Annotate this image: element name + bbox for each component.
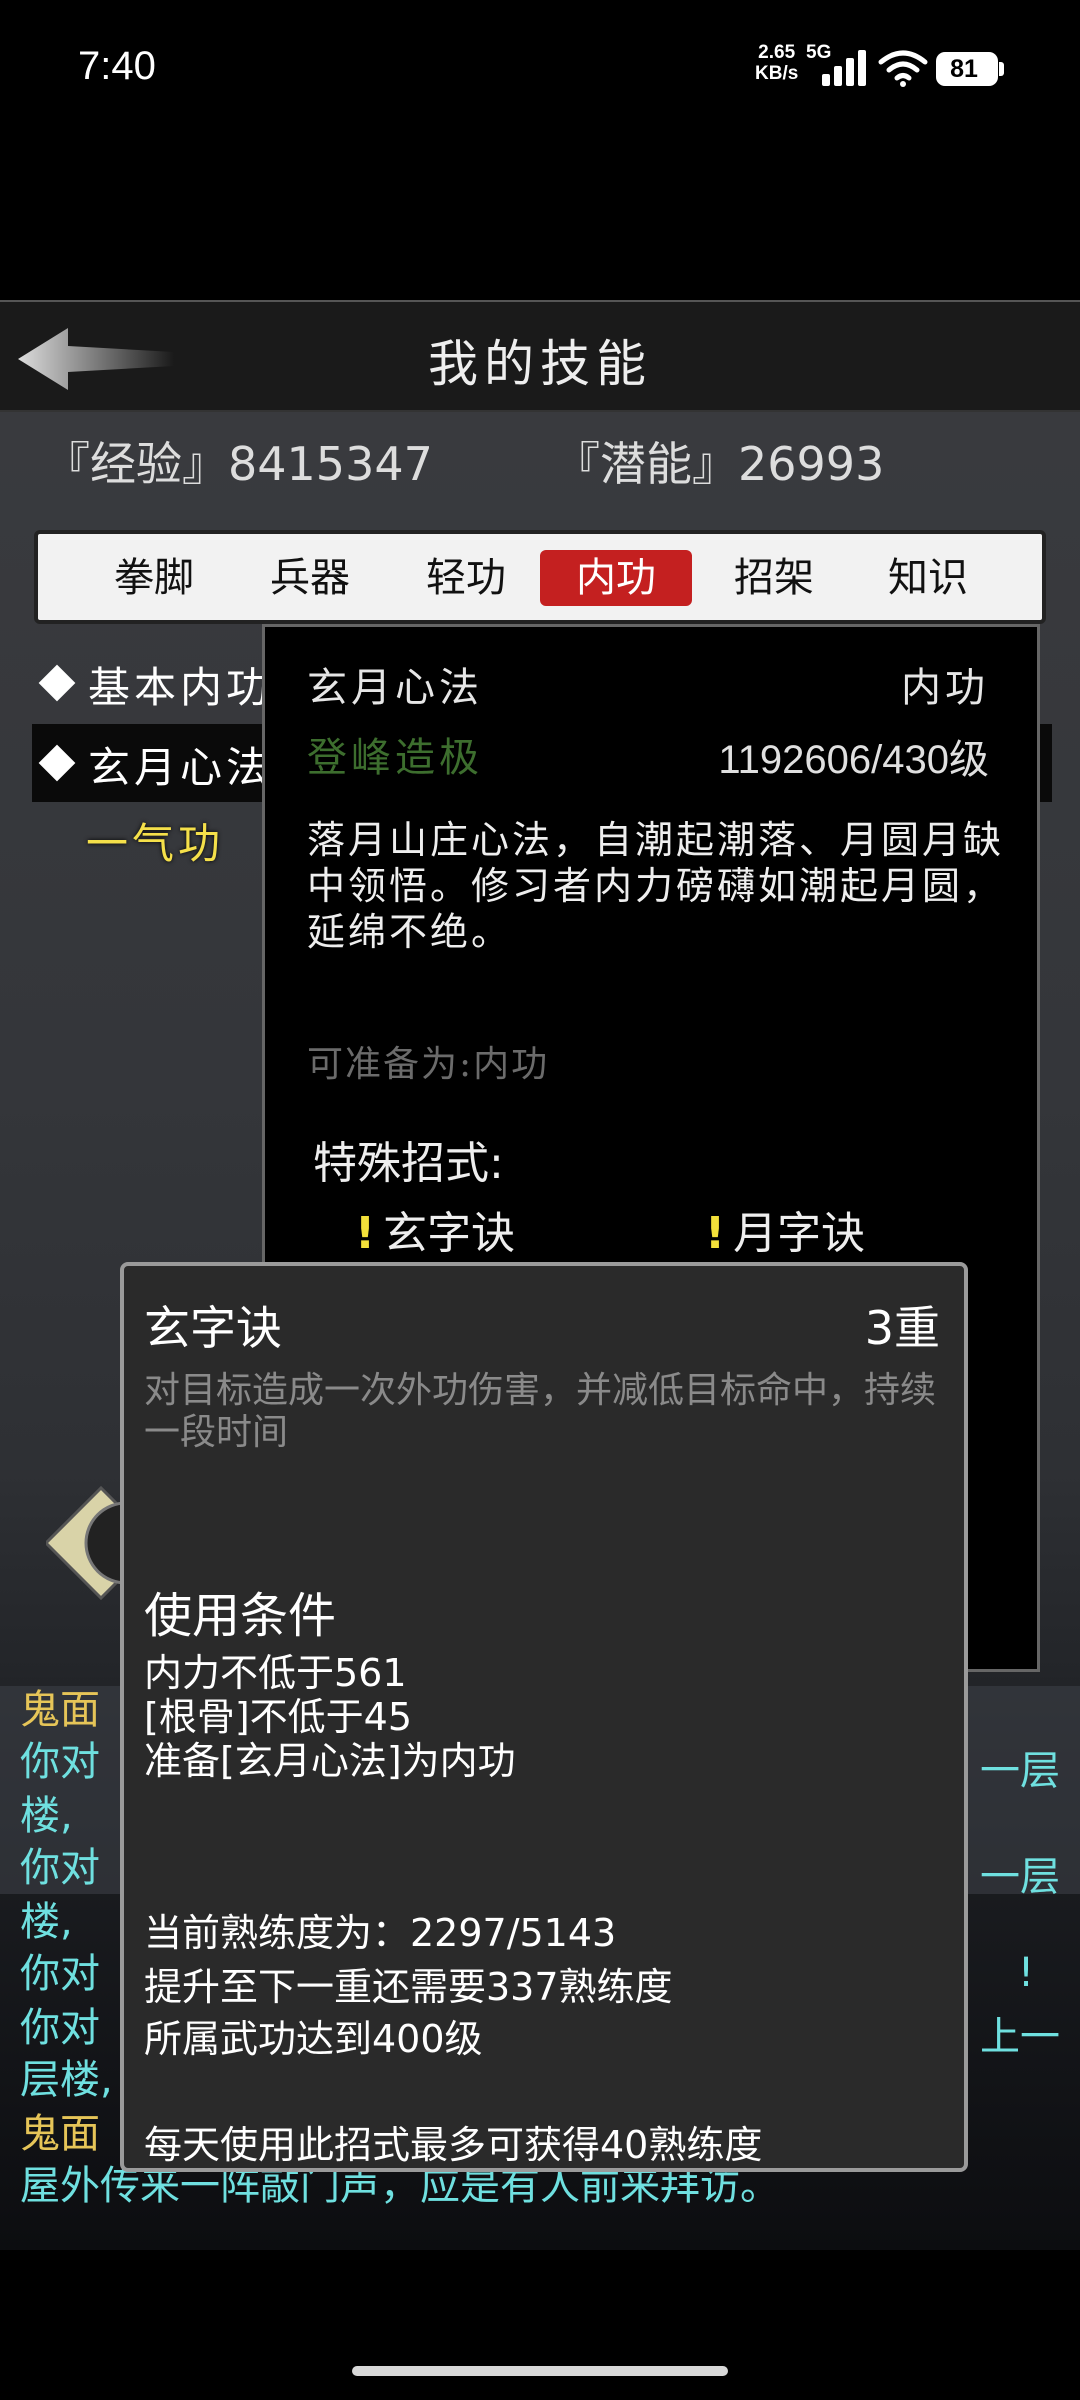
conditions-title: 使用条件 (144, 1588, 337, 1644)
proficiency-line: 所属武功达到400级 (144, 2017, 483, 2061)
potential-stat: 『潜能』26993 (554, 437, 885, 491)
log-line: 你对 (20, 1739, 100, 1785)
move-description: 对目标造成一次外功伤害，并减低目标命中，持续一段时间 (144, 1370, 937, 1453)
skill-item-label: 基本内功 (88, 663, 273, 712)
page-title: 我的技能 (428, 335, 652, 393)
exclamation-icon: ! (355, 1208, 376, 1259)
tab-parry[interactable]: 招架 (698, 550, 850, 606)
log-line: 楼, (20, 1899, 73, 1945)
tab-knowledge[interactable]: 知识 (852, 550, 1004, 606)
network-speed: 2.65 KB/s (755, 42, 798, 84)
log-fragment: 一层 (980, 1854, 1060, 1900)
log-line: 你对 (20, 1845, 100, 1891)
diamond-icon (38, 664, 76, 702)
special-move-xuan[interactable]: ! 玄字诀 (355, 1197, 515, 1261)
special-move-label: 月字诀 (733, 1208, 866, 1259)
status-time: 7:40 (78, 44, 156, 88)
skill-item-label: 玄月心法 (88, 743, 273, 792)
tab-fist[interactable]: 拳脚 (78, 550, 230, 606)
log-line: 你对 (20, 1951, 100, 1997)
tab-lightness[interactable]: 轻功 (390, 550, 542, 606)
move-tooltip: 玄字诀 3重 对目标造成一次外功伤害，并减低目标命中，持续一段时间 使用条件 内… (120, 1262, 968, 2172)
log-line: 鬼面 (20, 2111, 100, 2157)
special-move-label: 玄字诀 (383, 1208, 516, 1259)
proficiency-line: 提升至下一重还需要337熟练度 (144, 1965, 673, 2009)
log-line: 鬼面 (20, 1687, 100, 1733)
experience-stat: 『经验』8415347 (44, 437, 433, 491)
move-name: 玄字诀 (144, 1301, 282, 1355)
proficiency-line: 当前熟练度为：2297/5143 (144, 1911, 617, 1955)
skill-tab-bar: 拳脚 兵器 轻功 内功 招架 知识 (34, 530, 1046, 624)
log-fragment: ! (1017, 1950, 1034, 1996)
skill-description: 落月山庄心法，自潮起潮落、月圆月缺中领悟。修习者内力磅礴如潮起月圆，延绵不绝。 (307, 818, 1005, 954)
wifi-icon (878, 50, 928, 87)
tab-internal[interactable]: 内功 (540, 550, 692, 606)
log-fragment: 一层 (980, 1748, 1060, 1794)
daily-limit: 每天使用此招式最多可获得40熟练度 (144, 2123, 763, 2167)
tab-weapon[interactable]: 兵器 (234, 550, 386, 606)
skill-rank: 登峰造极 (307, 735, 483, 781)
log-line: 楼, (20, 1793, 73, 1839)
battery-level: 81 (950, 55, 978, 83)
special-moves-title: 特殊招式: (313, 1138, 504, 1189)
diamond-icon (38, 744, 76, 782)
battery-icon: 81 (936, 52, 1004, 86)
skill-level: 1192606/430级 (718, 738, 989, 782)
log-line: 层楼, (20, 2057, 113, 2103)
sub-skill-label[interactable]: 一气功 (86, 810, 224, 871)
log-line: 你对 (20, 2005, 100, 2051)
exclamation-icon: ! (705, 1208, 726, 1259)
skill-type: 内功 (901, 665, 989, 711)
special-move-yue[interactable]: ! 月字诀 (705, 1197, 865, 1261)
signal-icon (822, 50, 868, 86)
home-indicator[interactable] (352, 2366, 728, 2376)
log-fragment: 上一 (980, 2014, 1060, 2060)
status-bar: 7:40 2.65 KB/s 5G 81 (0, 0, 1080, 140)
skill-name: 玄月心法 (307, 665, 483, 711)
network-speed-value: 2.65 (758, 42, 796, 63)
skill-prepare: 可准备为:内功 (307, 1044, 550, 1085)
move-tier: 3重 (864, 1301, 940, 1355)
title-bar: 我的技能 (0, 300, 1080, 412)
condition-line: 准备[玄月心法]为内功 (144, 1739, 516, 1783)
network-speed-unit: KB/s (755, 63, 799, 84)
